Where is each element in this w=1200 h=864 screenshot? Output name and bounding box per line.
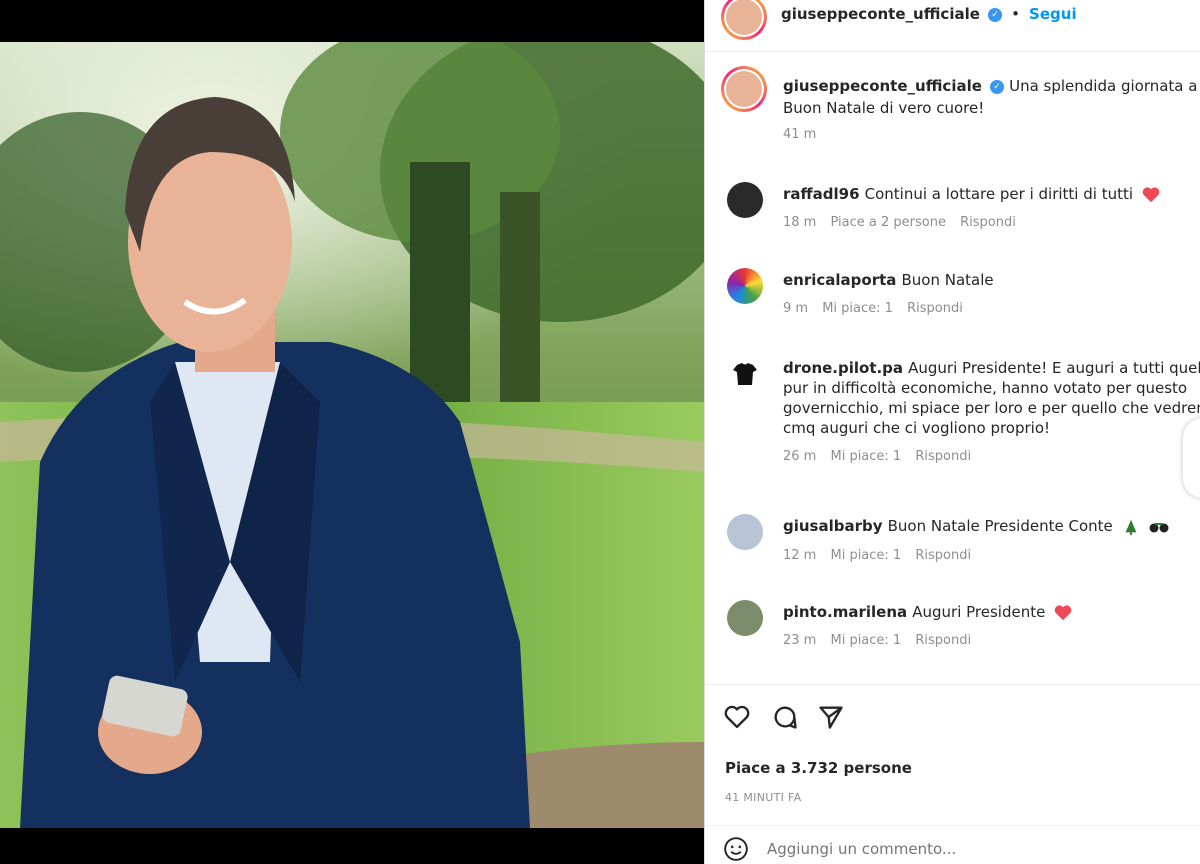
comment-likes[interactable]: Mi piace: 1 [822, 301, 893, 316]
comment-likes[interactable]: Mi piace: 1 [830, 449, 901, 464]
red-heart-icon [1055, 604, 1072, 620]
post-timestamp: 41 MINUTI FA [725, 791, 802, 804]
tshirt-icon [733, 363, 757, 385]
author-username[interactable]: giuseppeconte_ufficiale [781, 5, 980, 23]
post-media [0, 0, 704, 864]
red-heart-icon [1142, 186, 1160, 202]
comment-text: Auguri Presidente [912, 603, 1046, 621]
comment-text-line: cmq auguri che ci vogliono proprio! [783, 419, 1051, 437]
caption-username[interactable]: giuseppeconte_ufficiale [783, 77, 982, 95]
comment-avatar[interactable] [727, 268, 763, 304]
post-header: giuseppeconte_ufficiale ✓ • Segui [705, 0, 1200, 52]
author-avatar[interactable] [721, 66, 767, 112]
reply-button[interactable]: Rispondi [915, 633, 971, 648]
reply-button[interactable]: Rispondi [915, 449, 971, 464]
christmas-tree-icon [1125, 519, 1137, 535]
post-details-panel: giuseppeconte_ufficiale ✓ • Segui giusep… [704, 0, 1200, 864]
comment-text-line: pur in difficoltà economiche, hanno vota… [783, 379, 1188, 397]
paper-plane-icon[interactable] [817, 703, 847, 733]
comment-text: Buon Natale [901, 271, 994, 289]
comment-text: Continui a lottare per i diritti di tutt… [864, 185, 1134, 203]
reply-button[interactable]: Rispondi [915, 548, 971, 563]
reply-button[interactable]: Rispondi [907, 301, 963, 316]
comment-username[interactable]: drone.pilot.pa [783, 359, 903, 377]
comment-avatar[interactable] [727, 514, 763, 550]
post-photo[interactable] [0, 42, 704, 828]
post-actions: Piace a 3.732 persone 41 MINUTI FA [705, 684, 1200, 864]
verified-badge-icon: ✓ [988, 7, 1002, 22]
comment-time: 26 m [783, 449, 817, 464]
comment-text-line: governicchio, mi spiace per loro e per q… [783, 399, 1200, 417]
comment-username[interactable]: giusalbarby [783, 517, 883, 535]
comment-username[interactable]: pinto.marilena [783, 603, 907, 621]
comment-username[interactable]: enricalaporta [783, 271, 896, 289]
author-avatar[interactable] [721, 0, 767, 40]
comment-time: 12 m [783, 547, 817, 563]
comment-avatar[interactable] [727, 356, 763, 392]
comment-avatar[interactable] [727, 600, 763, 636]
caption-time: 41 m [783, 127, 817, 142]
comment-text-line: Auguri Presidente! E auguri a tutti quel… [908, 359, 1200, 377]
comment-time: 18 m [783, 215, 817, 230]
comment-avatar[interactable] [727, 182, 763, 218]
comment-time: 9 m [783, 301, 809, 316]
comment-likes[interactable]: Mi piace: 1 [830, 548, 901, 563]
next-post-button[interactable] [1183, 418, 1200, 498]
add-comment-input[interactable] [767, 836, 1167, 862]
sunglasses-icon [1149, 522, 1169, 532]
comment-time: 23 m [783, 633, 817, 648]
reply-button[interactable]: Rispondi [960, 215, 1016, 230]
comment-likes[interactable]: Mi piace: 1 [830, 633, 901, 648]
add-comment-bar [705, 825, 1200, 864]
comment-icon[interactable] [771, 703, 801, 733]
likes-count[interactable]: Piace a 3.732 persone [725, 759, 912, 777]
verified-badge-icon: ✓ [990, 79, 1004, 94]
follow-button[interactable]: Segui [1029, 5, 1077, 23]
heart-outline-icon[interactable] [723, 703, 753, 733]
caption-text-line1: Una splendida giornata a tutti [1009, 77, 1200, 95]
caption-text-line2: Buon Natale di vero cuore! [783, 99, 985, 117]
emoji-icon[interactable] [723, 836, 749, 862]
comment-text: Buon Natale Presidente Conte [887, 517, 1113, 535]
comment-likes[interactable]: Piace a 2 persone [830, 215, 945, 230]
comment-username[interactable]: raffadl96 [783, 185, 860, 203]
